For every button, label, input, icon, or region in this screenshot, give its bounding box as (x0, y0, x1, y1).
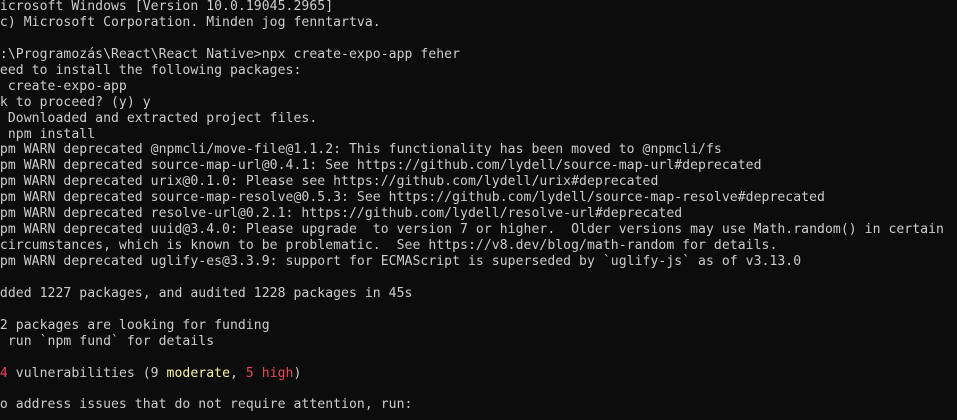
console-text: circumstances, which is known to be prob… (0, 238, 778, 254)
console-line: npm WARN deprecated source-map-resolve@0… (0, 190, 957, 206)
console-text: 62 packages are looking for funding (0, 317, 270, 333)
console-line: 62 packages are looking for funding (0, 318, 957, 334)
console-line: > npm install (0, 127, 957, 143)
console-line: circumstances, which is known to be prob… (0, 238, 957, 254)
console-text: npm WARN deprecated source-map-resolve@0… (0, 190, 825, 206)
console-line: npm WARN deprecated source-map-url@0.4.1… (0, 158, 957, 174)
console-text: run `npm fund` for details (0, 333, 215, 349)
console-text: To address issues that do not require at… (0, 397, 413, 413)
console-text: npm WARN deprecated uuid@3.4.0: Please u… (0, 222, 944, 238)
console-text: ✓ Downloaded and extracted project files… (0, 110, 318, 126)
terminal-window[interactable]: Microsoft Windows [Version 10.0.19045.29… (0, 0, 957, 420)
console-text: 5 high (245, 365, 294, 381)
console-text: moderate (166, 365, 231, 381)
console-line: To address issues that do not require at… (0, 397, 957, 413)
console-text: Microsoft Windows [Version 10.0.19045.29… (0, 0, 334, 14)
console-output: Microsoft Windows [Version 10.0.19045.29… (0, 0, 957, 413)
console-text: npm WARN deprecated urix@0.1.0: Please s… (0, 174, 659, 190)
console-line: Ok to proceed? (y) y (0, 95, 957, 111)
console-text: > npm install (0, 126, 96, 142)
console-text: Need to install the following packages: (0, 62, 302, 78)
console-text: npm WARN deprecated @npmcli/move-file@1.… (0, 142, 722, 158)
console-text: (c) Microsoft Corporation. Minden jog fe… (0, 14, 381, 30)
console-line: added 1227 packages, and audited 1228 pa… (0, 286, 957, 302)
console-text: Ok to proceed? (y) y (0, 94, 151, 110)
console-line: ✓ Downloaded and extracted project files… (0, 111, 957, 127)
console-text: npm WARN deprecated source-map-url@0.4.1… (0, 158, 762, 174)
console-line: run `npm fund` for details (0, 334, 957, 350)
console-text: vulnerabilities (9 (7, 365, 167, 381)
console-text: create-expo-app (0, 78, 127, 94)
console-text: npm WARN deprecated resolve-url@0.2.1: h… (0, 206, 683, 222)
console-text: 14 (0, 365, 8, 381)
console-text: C:\Programozás\React\React Native>npx cr… (0, 46, 461, 62)
console-line: Need to install the following packages: (0, 63, 957, 79)
console-line: 14 vulnerabilities (9 moderate, 5 high) (0, 366, 957, 382)
console-line: npm WARN deprecated uuid@3.4.0: Please u… (0, 222, 957, 238)
console-text: added 1227 packages, and audited 1228 pa… (0, 285, 413, 301)
console-text: , (230, 365, 246, 381)
console-text: ) (293, 365, 302, 381)
console-text: npm WARN deprecated uglify-es@3.3.9: sup… (0, 254, 802, 269)
console-line: create-expo-app (0, 79, 957, 95)
console-line: (c) Microsoft Corporation. Minden jog fe… (0, 15, 957, 31)
console-line: npm WARN deprecated resolve-url@0.2.1: h… (0, 206, 957, 222)
console-line: C:\Programozás\React\React Native>npx cr… (0, 47, 957, 63)
console-line: npm WARN deprecated urix@0.1.0: Please s… (0, 174, 957, 190)
console-line: npm WARN deprecated uglify-es@3.3.9: sup… (0, 254, 957, 270)
console-line: npm WARN deprecated @npmcli/move-file@1.… (0, 142, 957, 158)
console-line: Microsoft Windows [Version 10.0.19045.29… (0, 0, 957, 15)
